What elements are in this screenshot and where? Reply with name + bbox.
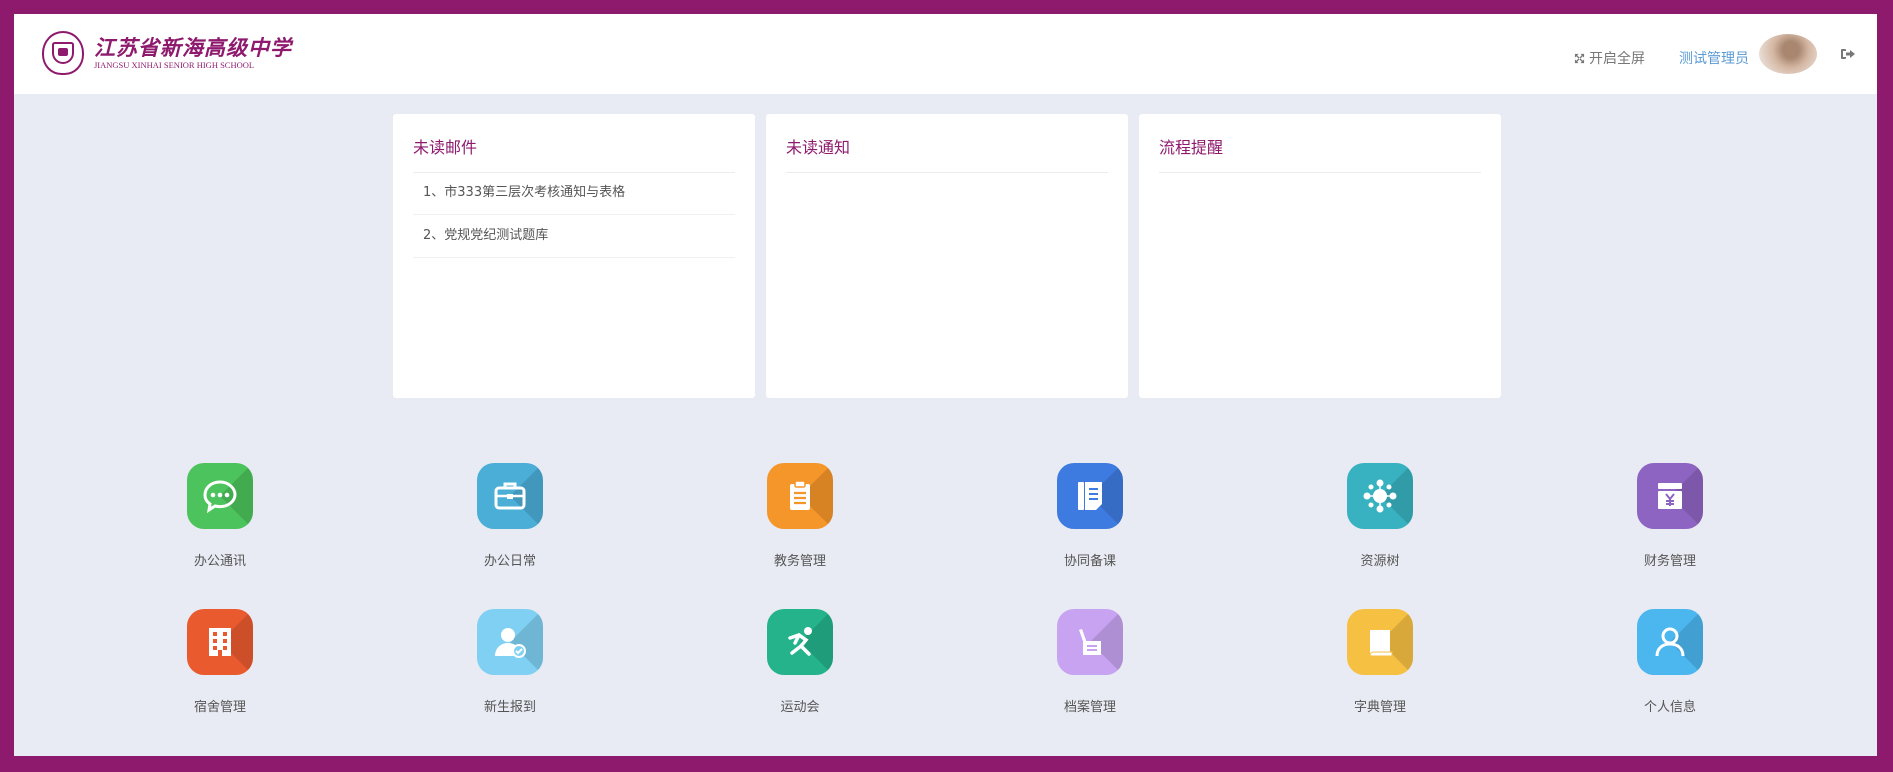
logo-text: 江苏省新海高级中学 JIANGSU XINHAI SENIOR HIGH SCH… [94, 35, 292, 71]
unread-notice-card: 未读通知 [766, 114, 1128, 398]
top-header: 江苏省新海高级中学 JIANGSU XINHAI SENIOR HIGH SCH… [14, 14, 1877, 94]
divider [786, 172, 1108, 173]
clipboard-icon [767, 463, 833, 529]
finance-icon [1637, 463, 1703, 529]
logout-icon[interactable] [1841, 48, 1855, 60]
app-label: 教务管理 [773, 554, 826, 569]
app-label: 资源树 [1360, 554, 1400, 569]
app-label: 字典管理 [1353, 700, 1406, 715]
app-label: 办公通讯 [193, 554, 246, 569]
app-label: 办公日常 [483, 554, 536, 569]
app-sports-meeting[interactable]: 运动会 [720, 609, 880, 715]
app-new-student-registration[interactable]: 新生报到 [430, 609, 590, 715]
app-label: 协同备课 [1063, 554, 1116, 569]
app-collaborative-prep[interactable]: 协同备课 [1010, 463, 1170, 569]
building-icon [187, 609, 253, 675]
card-title: 未读邮件 [413, 138, 478, 157]
logo-en: JIANGSU XINHAI SENIOR HIGH SCHOOL [94, 60, 255, 70]
avatar[interactable] [1759, 34, 1817, 74]
person-icon [1637, 609, 1703, 675]
app-dormitory-management[interactable]: 宿舍管理 [140, 609, 300, 715]
network-icon [1347, 463, 1413, 529]
app-dictionary-management[interactable]: 字典管理 [1300, 609, 1460, 715]
runner-icon [767, 609, 833, 675]
mail-list: 1、市333第三层次考核通知与表格 2、党规党纪测试题库 [413, 172, 735, 258]
app-personal-info[interactable]: 个人信息 [1590, 609, 1750, 715]
app-archive-management[interactable]: 档案管理 [1010, 609, 1170, 715]
school-logo[interactable]: 江苏省新海高级中学 JIANGSU XINHAI SENIOR HIGH SCH… [42, 31, 292, 75]
fullscreen-label: 开启全屏 [1589, 51, 1645, 67]
briefcase-icon [477, 463, 543, 529]
app-label: 财务管理 [1643, 554, 1696, 569]
app-label: 宿舍管理 [193, 700, 246, 715]
unread-mail-card: 未读邮件 1、市333第三层次考核通知与表格 2、党规党纪测试题库 [393, 114, 755, 398]
document-icon [1057, 463, 1123, 529]
app-label: 个人信息 [1643, 700, 1696, 715]
user-check-icon [477, 609, 543, 675]
book-icon [1347, 609, 1413, 675]
logo-cn: 江苏省新海高级中学 [94, 35, 292, 60]
card-title: 流程提醒 [1159, 138, 1224, 157]
app-resource-tree[interactable]: 资源树 [1300, 463, 1460, 569]
expand-icon [1574, 53, 1585, 63]
app-finance-management[interactable]: 财务管理 [1590, 463, 1750, 569]
app-office-daily[interactable]: 办公日常 [430, 463, 590, 569]
app-label: 档案管理 [1063, 700, 1116, 715]
mail-item[interactable]: 1、市333第三层次考核通知与表格 [413, 172, 735, 215]
app-label: 运动会 [780, 700, 820, 715]
app-office-communication[interactable]: 办公通讯 [140, 463, 300, 569]
card-title: 未读通知 [786, 138, 851, 157]
divider [1159, 172, 1481, 173]
fullscreen-button[interactable]: 开启全屏 [1574, 48, 1645, 68]
username-link[interactable]: 测试管理员 [1679, 48, 1749, 68]
app-academic-management[interactable]: 教务管理 [720, 463, 880, 569]
app-label: 新生报到 [483, 700, 536, 715]
app-frame: 江苏省新海高级中学 JIANGSU XINHAI SENIOR HIGH SCH… [14, 14, 1877, 756]
chat-bubble-icon [187, 463, 253, 529]
mail-item[interactable]: 2、党规党纪测试题库 [413, 215, 735, 258]
process-reminder-card: 流程提醒 [1139, 114, 1501, 398]
archive-icon [1057, 609, 1123, 675]
school-seal-icon [42, 31, 84, 75]
